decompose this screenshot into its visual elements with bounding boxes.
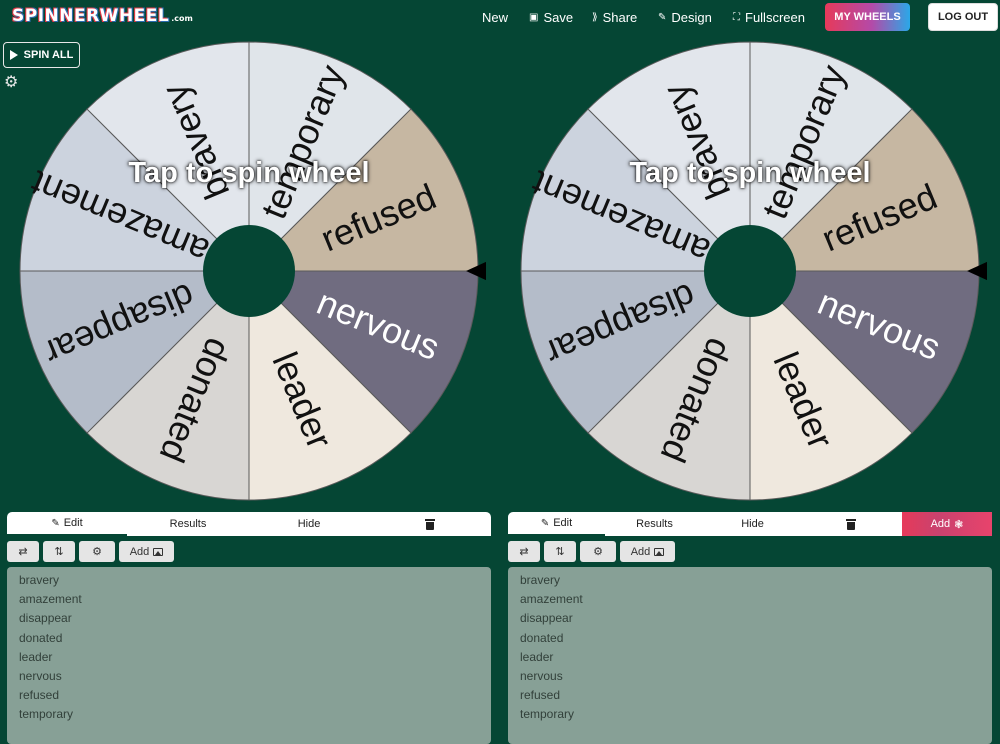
wheel-2-panel: ✎ Edit Results Hide Add ❃ ⇄ ⇅ ⚙ Add brav…	[508, 512, 992, 744]
wheel-hub[interactable]	[203, 225, 295, 317]
save-button[interactable]: ▣ Save	[529, 0, 573, 34]
entry-item[interactable]: disappear	[520, 609, 980, 628]
design-label: Design	[671, 9, 712, 25]
wheel-1-svg[interactable]: temporaryrefusednervousleaderdonateddisa…	[16, 40, 486, 506]
wheel-settings-button[interactable]: ⚙	[580, 541, 616, 562]
shuffle-icon: ⇄	[519, 546, 529, 558]
image-icon	[153, 547, 164, 556]
new-button[interactable]: New	[482, 0, 508, 34]
add-wheel-button[interactable]: Add ❃	[902, 512, 992, 536]
my-wheels-button[interactable]: MY WHEELS	[825, 3, 910, 31]
tab-results[interactable]: Results	[128, 512, 248, 536]
entry-item[interactable]: amazement	[19, 590, 479, 609]
share-button[interactable]: ⟫ Share	[592, 0, 637, 34]
entry-item[interactable]: nervous	[520, 667, 980, 686]
shuffle-button[interactable]: ⇄	[7, 541, 39, 562]
entry-item[interactable]: leader	[19, 648, 479, 667]
tab-edit-label: Edit	[63, 517, 83, 529]
logo-suffix: .com	[171, 14, 193, 23]
add-wheel-label: Add	[930, 518, 951, 530]
wheel-settings-button[interactable]: ⚙	[79, 541, 115, 562]
shuffle-button[interactable]: ⇄	[508, 541, 540, 562]
gear-icon: ⚙	[92, 546, 102, 558]
delete-button[interactable]	[802, 512, 899, 536]
entry-item[interactable]: refused	[520, 686, 980, 705]
pencil-icon: ✎	[51, 517, 60, 529]
fullscreen-button[interactable]: ⛶ Fullscreen	[733, 0, 805, 34]
top-bar: SPINNERWHEEL .com New ▣ Save ⟫ Share ✎ D…	[0, 0, 1000, 34]
logo[interactable]: SPINNERWHEEL .com	[12, 6, 193, 28]
trash-icon	[845, 518, 856, 530]
add-image-button[interactable]: Add	[119, 541, 174, 562]
wheel-hub[interactable]	[704, 225, 796, 317]
entry-item[interactable]: temporary	[520, 705, 980, 724]
entry-item[interactable]: nervous	[19, 667, 479, 686]
entry-item[interactable]: amazement	[520, 590, 980, 609]
fullscreen-label: Fullscreen	[745, 9, 805, 25]
entry-item[interactable]: leader	[520, 648, 980, 667]
shuffle-icon: ⇄	[18, 546, 28, 558]
new-label: New	[482, 9, 509, 25]
wheel-2-entries[interactable]: bravery amazement disappear donated leader ne…	[508, 567, 992, 744]
delete-button[interactable]	[370, 512, 490, 536]
save-icon: ▣	[529, 11, 539, 23]
wheel-1-panel: ✎ Edit Results Hide ⇄ ⇅ ⚙ Add bravery ama…	[7, 512, 491, 744]
design-button[interactable]: ✎ Design	[658, 0, 712, 34]
image-icon	[654, 547, 665, 556]
entry-item[interactable]: disappear	[19, 609, 479, 628]
wheel-1-tabs: ✎ Edit Results Hide	[7, 512, 491, 536]
tab-hide[interactable]: Hide	[249, 512, 369, 536]
pencil-icon: ✎	[540, 517, 550, 529]
wheel-1[interactable]: temporary refused nervous leader donated disa…	[16, 40, 486, 506]
share-label: Share	[602, 9, 638, 25]
tab-edit[interactable]: ✎ Edit	[7, 512, 127, 536]
entry-item[interactable]: bravery	[19, 571, 479, 590]
add-image-label: Add	[630, 545, 651, 558]
entry-item[interactable]: refused	[19, 686, 479, 705]
fullscreen-icon: ⛶	[733, 11, 740, 23]
tab-hide[interactable]: Hide	[704, 512, 801, 536]
save-label: Save	[543, 9, 574, 25]
wheel-icon: ❃	[954, 518, 964, 531]
wheel-2-svg[interactable]: temporaryrefusednervousleaderdonateddisa…	[517, 40, 987, 506]
add-image-button[interactable]: Add	[620, 541, 675, 562]
gear-icon: ⚙	[593, 546, 603, 558]
sort-button[interactable]: ⇅	[544, 541, 576, 562]
sort-button[interactable]: ⇅	[43, 541, 75, 562]
trash-icon	[425, 518, 435, 530]
entry-item[interactable]: temporary	[19, 705, 479, 724]
add-image-label: Add	[129, 545, 150, 558]
entry-item[interactable]: bravery	[520, 571, 980, 590]
tab-edit[interactable]: ✎ Edit	[508, 512, 605, 536]
sort-icon: ⇅	[54, 546, 64, 558]
logo-text: SPINNERWHEEL	[12, 6, 170, 26]
tab-edit-label: Edit	[553, 517, 573, 529]
tab-results[interactable]: Results	[606, 512, 703, 536]
entry-item[interactable]: donated	[19, 629, 479, 648]
wheel-1-entries[interactable]: bravery amazement disappear donated leader ne…	[7, 567, 491, 744]
wheel-2[interactable]: temporary refused nervous leader donated disa…	[517, 40, 987, 506]
wheel-2-tabs: ✎ Edit Results Hide Add ❃	[508, 512, 992, 536]
share-icon: ⟫	[592, 11, 598, 23]
sort-icon: ⇅	[555, 546, 565, 558]
logout-button[interactable]: LOG OUT	[928, 3, 998, 31]
pencil-icon: ✎	[658, 11, 667, 23]
entry-item[interactable]: donated	[520, 629, 980, 648]
